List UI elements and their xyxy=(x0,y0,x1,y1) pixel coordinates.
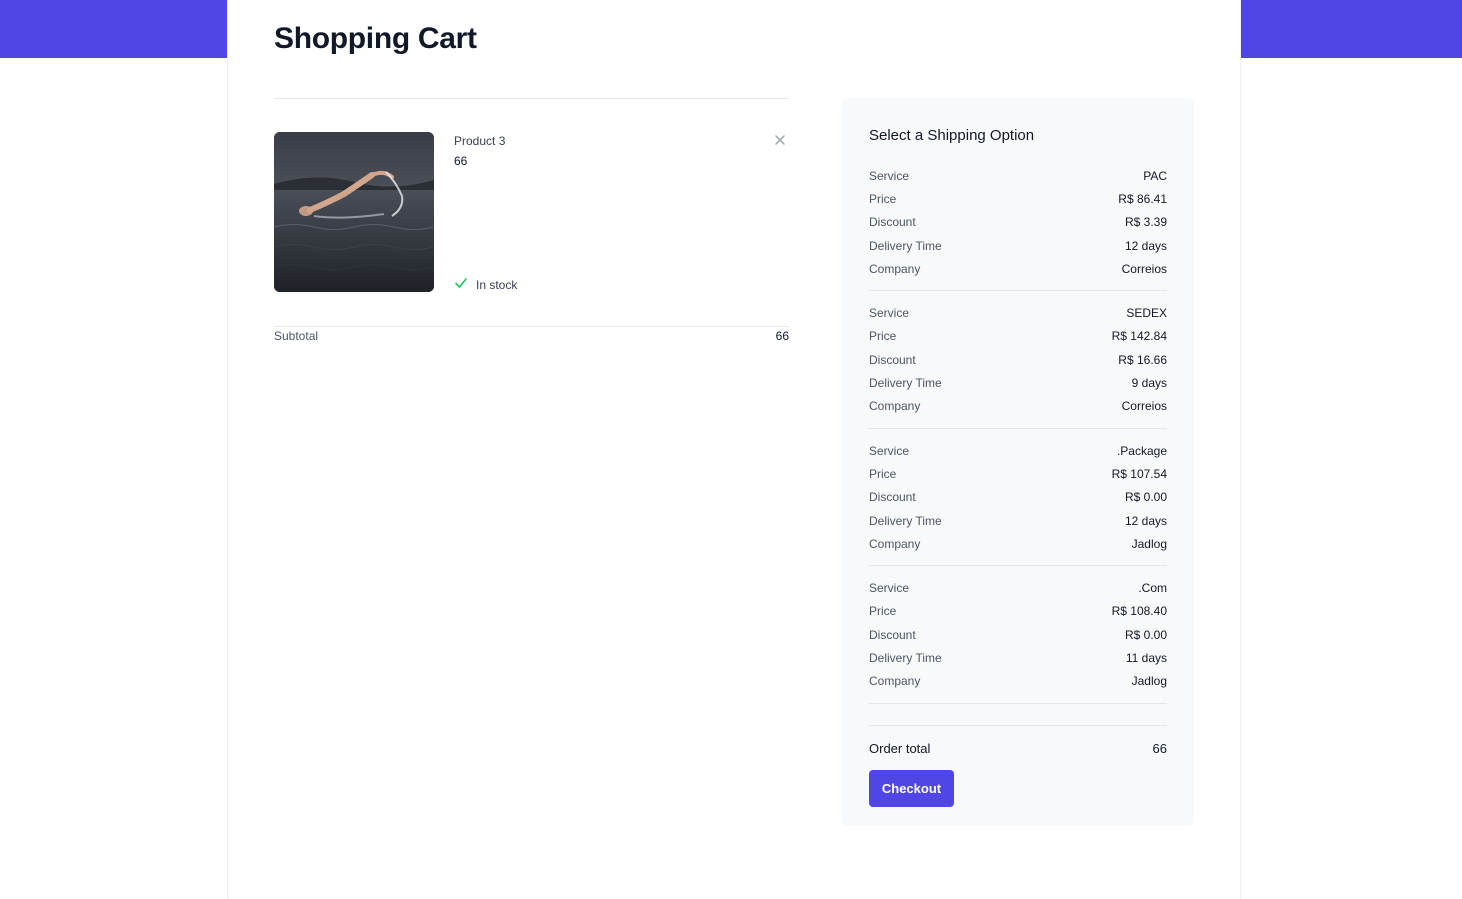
subtotal-label: Subtotal xyxy=(274,329,319,343)
check-icon xyxy=(454,276,468,293)
delivery-time-label: Delivery Time xyxy=(869,650,942,665)
price-value: R$ 108.40 xyxy=(1111,604,1167,619)
company-label: Company xyxy=(869,261,921,276)
order-total-value: 66 xyxy=(1152,741,1167,756)
company-value: Correios xyxy=(1121,399,1167,414)
product-price: 66 xyxy=(454,154,468,168)
shipping-option-com[interactable]: Service .Com Price R$ 108.40 Discount R$ 0.… xyxy=(869,576,1167,704)
checkout-button[interactable]: Checkout xyxy=(869,770,954,807)
price-label: Price xyxy=(869,466,897,481)
main-container: Shopping Cart Product 3 66 In stock Subt… xyxy=(227,0,1241,899)
page-title: Shopping Cart xyxy=(274,22,477,55)
stock-status: In stock xyxy=(454,276,517,293)
swimmer-photo xyxy=(274,132,434,292)
shipping-option-package[interactable]: Service .Package Price R$ 107.54 Discount R… xyxy=(869,439,1167,567)
delivery-time-value: 9 days xyxy=(1131,376,1167,391)
shipping-options: Service PAC Price R$ 86.41 Discount R$ 3.39… xyxy=(869,164,1167,714)
price-label: Price xyxy=(869,329,897,344)
order-total-section: Order total 66 xyxy=(869,725,1167,756)
delivery-time-value: 12 days xyxy=(1124,238,1167,253)
delivery-time-value: 11 days xyxy=(1125,650,1167,665)
discount-label: Discount xyxy=(869,627,916,642)
order-total-label: Order total xyxy=(869,741,931,756)
service-label: Service xyxy=(869,168,910,183)
discount-label: Discount xyxy=(869,215,916,230)
delivery-time-label: Delivery Time xyxy=(869,513,942,528)
discount-value: R$ 16.66 xyxy=(1118,352,1167,367)
close-icon xyxy=(775,135,785,145)
company-value: Correios xyxy=(1121,261,1167,276)
delivery-time-label: Delivery Time xyxy=(869,238,942,253)
company-value: Jadlog xyxy=(1131,674,1167,689)
shipping-option-sedex[interactable]: Service SEDEX Price R$ 142.84 Discount R$ 1… xyxy=(869,301,1167,429)
subtotal-value: 66 xyxy=(775,329,789,343)
order-total-row: Order total 66 xyxy=(869,741,1167,756)
cart-item: Product 3 66 In stock xyxy=(274,99,789,326)
product-name[interactable]: Product 3 xyxy=(454,134,505,148)
shipping-option-pac[interactable]: Service PAC Price R$ 86.41 Discount R$ 3.39… xyxy=(869,164,1167,292)
delivery-time-label: Delivery Time xyxy=(869,376,942,391)
product-image[interactable] xyxy=(274,132,434,292)
company-label: Company xyxy=(869,399,921,414)
company-label: Company xyxy=(869,536,921,551)
price-label: Price xyxy=(869,604,897,619)
service-label: Service xyxy=(869,581,910,596)
service-value: PAC xyxy=(1143,168,1167,183)
company-label: Company xyxy=(869,674,921,689)
service-label: Service xyxy=(869,306,910,321)
stock-label: In stock xyxy=(476,277,518,292)
shipping-panel: Select a Shipping Option Service PAC Pric… xyxy=(842,98,1194,826)
price-value: R$ 107.54 xyxy=(1111,466,1167,481)
discount-value: R$ 3.39 xyxy=(1124,215,1167,230)
discount-label: Discount xyxy=(869,490,916,505)
price-label: Price xyxy=(869,191,897,206)
price-value: R$ 86.41 xyxy=(1118,191,1167,206)
discount-value: R$ 0.00 xyxy=(1124,490,1167,505)
cart-section: Product 3 66 In stock Subtotal 66 xyxy=(274,98,789,343)
service-value: SEDEX xyxy=(1126,306,1167,321)
service-value: .Com xyxy=(1138,581,1167,596)
subtotal-row: Subtotal 66 xyxy=(274,326,789,343)
shipping-title: Select a Shipping Option xyxy=(869,127,1035,144)
price-value: R$ 142.84 xyxy=(1111,329,1167,344)
discount-value: R$ 0.00 xyxy=(1124,627,1167,642)
delivery-time-value: 12 days xyxy=(1124,513,1167,528)
service-label: Service xyxy=(869,443,910,458)
company-value: Jadlog xyxy=(1131,536,1167,551)
remove-item-button[interactable] xyxy=(773,133,787,147)
discount-label: Discount xyxy=(869,352,916,367)
service-value: .Package xyxy=(1116,443,1167,458)
